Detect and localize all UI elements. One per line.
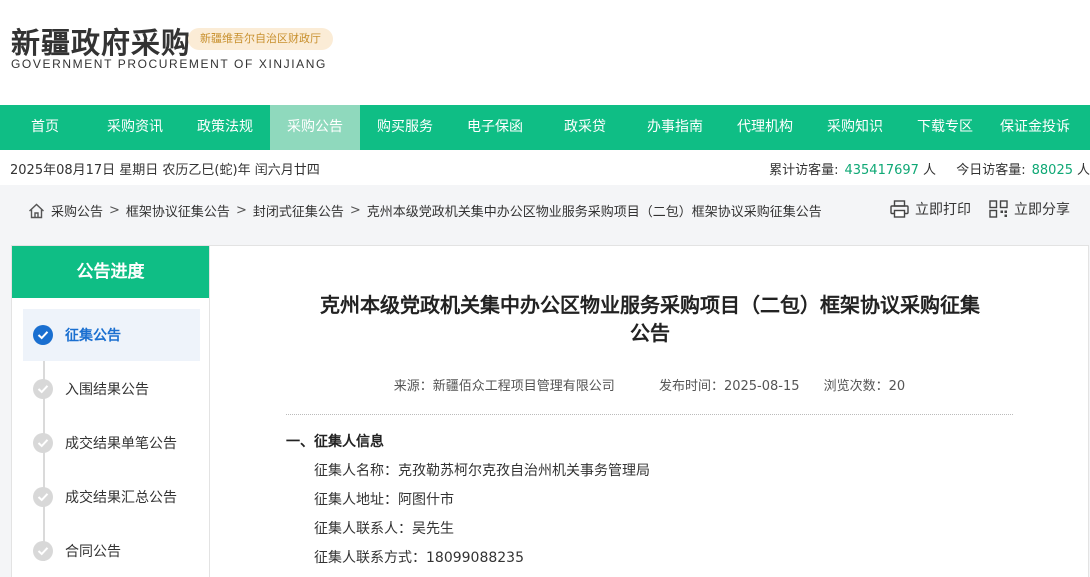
today-visits-label: 今日访客量: <box>956 163 1026 178</box>
site-logo-en: GOVERNMENT PROCUREMENT OF XINJIANG <box>11 57 327 71</box>
breadcrumb-item-current: 克州本级党政机关集中办公区物业服务采购项目（二包）框架协议采购征集公告 <box>366 205 822 220</box>
article-publish-time: 发布时间：2025-08-15 <box>658 379 800 394</box>
step-shortlist-result[interactable]: 入围结果公告 <box>23 363 200 415</box>
step-collection-notice[interactable]: 征集公告 <box>23 309 200 361</box>
page-actions: 立即打印 立即分享 <box>872 199 1070 219</box>
check-icon <box>33 433 53 453</box>
step-contract-notice[interactable]: 合同公告 <box>23 525 200 577</box>
home-icon[interactable] <box>28 203 45 219</box>
site-header: 新疆政府采购 新疆维吾尔自治区财政厅 GOVERNMENT PROCUREMEN… <box>0 0 1090 105</box>
breadcrumb-item-announcements[interactable]: 采购公告 <box>51 201 103 220</box>
article-panel: 克州本级党政机关集中办公区物业服务采购项目（二包）框架协议采购征集 公告 来源：… <box>210 245 1089 577</box>
article-source: 来源：新疆佰众工程项目管理有限公司 <box>393 379 615 394</box>
total-visits-unit: 人 <box>922 163 936 178</box>
article-meta: 来源：新疆佰众工程项目管理有限公司 发布时间：2025-08-15 浏览次数：2… <box>210 375 1089 394</box>
print-label: 立即打印 <box>915 202 971 218</box>
breadcrumb-separator: > <box>235 203 247 218</box>
today-visits-value: 88025 <box>1031 163 1073 178</box>
nav-item-loan[interactable]: 政采贷 <box>540 105 630 150</box>
nav-item-purchase-service[interactable]: 购买服务 <box>360 105 450 150</box>
article-views: 浏览次数：20 <box>823 379 906 394</box>
main-nav: 首页 采购资讯 政策法规 采购公告 购买服务 电子保函 政采贷 办事指南 代理机… <box>0 105 1090 150</box>
nav-item-agencies[interactable]: 代理机构 <box>720 105 810 150</box>
collector-contact: 征集人联系人：吴先生 <box>314 521 454 537</box>
qrcode-icon <box>989 200 1008 218</box>
site-logo-cn[interactable]: 新疆政府采购 <box>11 20 191 62</box>
collector-name: 征集人名称：克孜勒苏柯尔克孜自治州机关事务管理局 <box>314 463 650 479</box>
share-label: 立即分享 <box>1014 202 1070 218</box>
breadcrumb-separator: > <box>349 203 361 218</box>
progress-sidebar: 公告进度 征集公告 入围结果公告 成交结果单笔公告 成交结果汇总公告 合同公告 <box>11 245 210 577</box>
check-icon <box>33 325 53 345</box>
nav-item-news[interactable]: 采购资讯 <box>90 105 180 150</box>
breadcrumb-item-framework[interactable]: 框架协议征集公告 <box>126 201 230 220</box>
step-label: 征集公告 <box>65 328 121 344</box>
check-icon <box>33 379 53 399</box>
share-button[interactable]: 立即分享 <box>989 199 1070 219</box>
collector-address: 征集人地址：阿图什市 <box>314 492 454 508</box>
step-label: 入围结果公告 <box>65 382 149 398</box>
collector-phone: 征集人联系方式：18099088235 <box>314 550 524 566</box>
step-single-deal-result[interactable]: 成交结果单笔公告 <box>23 417 200 469</box>
breadcrumb-item-closed[interactable]: 封闭式征集公告 <box>253 201 344 220</box>
check-icon <box>33 487 53 507</box>
article-title-line2: 公告 <box>630 321 670 345</box>
article-title: 克州本级党政机关集中办公区物业服务采购项目（二包）框架协议采购征集 公告 <box>270 291 1030 347</box>
info-bar: 2025年08月17日 星期日 农历乙巳(蛇)年 闰六月廿四 累计访客量: 435… <box>0 150 1090 185</box>
today-visits-unit: 人 <box>1076 163 1090 178</box>
step-label: 成交结果汇总公告 <box>65 490 177 506</box>
check-icon <box>33 541 53 561</box>
nav-item-announcements[interactable]: 采购公告 <box>270 105 360 150</box>
visitor-stats: 累计访客量: 435417697 人 今日访客量: 88025 人 <box>769 159 1090 178</box>
nav-item-guide[interactable]: 办事指南 <box>630 105 720 150</box>
printer-icon <box>890 200 909 218</box>
nav-item-home[interactable]: 首页 <box>0 105 90 150</box>
breadcrumb: 采购公告 > 框架协议征集公告 > 封闭式征集公告 > 克州本级党政机关集中办公… <box>28 201 822 220</box>
step-summary-deal-result[interactable]: 成交结果汇总公告 <box>23 471 200 523</box>
sidebar-title: 公告进度 <box>12 246 209 298</box>
logo-badge: 新疆维吾尔自治区财政厅 <box>188 28 333 50</box>
article-title-line1: 克州本级党政机关集中办公区物业服务采购项目（二包）框架协议采购征集 <box>320 293 980 317</box>
nav-item-e-guarantee[interactable]: 电子保函 <box>450 105 540 150</box>
nav-item-deposit-complaint[interactable]: 保证金投诉 <box>990 105 1080 150</box>
nav-item-knowledge[interactable]: 采购知识 <box>810 105 900 150</box>
step-label: 成交结果单笔公告 <box>65 436 177 452</box>
step-label: 合同公告 <box>65 544 121 560</box>
breadcrumb-separator: > <box>109 203 120 218</box>
current-date: 2025年08月17日 星期日 农历乙巳(蛇)年 闰六月廿四 <box>10 163 320 178</box>
section-heading: 一、征集人信息 <box>286 434 384 450</box>
nav-item-policy[interactable]: 政策法规 <box>180 105 270 150</box>
nav-item-downloads[interactable]: 下载专区 <box>900 105 990 150</box>
print-button[interactable]: 立即打印 <box>890 199 971 219</box>
total-visits-value: 435417697 <box>844 163 919 178</box>
total-visits-label: 累计访客量: <box>769 163 839 178</box>
meta-divider <box>286 414 1013 415</box>
